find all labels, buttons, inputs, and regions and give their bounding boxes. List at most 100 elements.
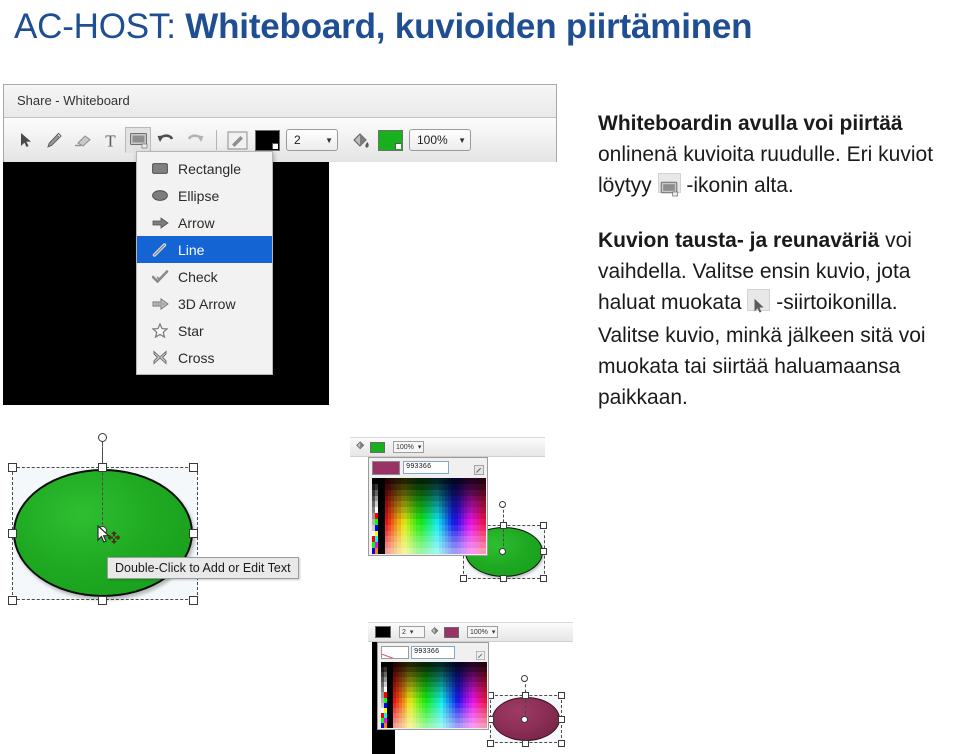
fill-bucket-icon[interactable]	[355, 438, 366, 456]
instruction-text-block: Whiteboardin avulla voi piirtää onlinenä…	[598, 108, 950, 413]
picker-toolbar: 100% ▾	[350, 438, 545, 457]
resize-handle-s[interactable]	[98, 596, 107, 605]
color-picker-popup: 993366	[368, 457, 488, 556]
resize-handle-nw[interactable]	[8, 463, 17, 472]
shape-center-handle[interactable]	[521, 716, 528, 723]
fill-color-swatch[interactable]	[370, 441, 385, 453]
shape-dropdown-menu: Rectangle Ellipse Arrow Line Check 3D Ar…	[136, 151, 273, 375]
resize-handle-ne[interactable]	[558, 692, 565, 699]
select-arrow-icon	[747, 289, 771, 313]
rotation-handle[interactable]	[98, 433, 107, 442]
chevron-down-icon: ▾	[491, 628, 496, 636]
chevron-down-icon: ▼	[325, 135, 333, 145]
toolbar-divider	[216, 130, 217, 150]
paragraph-1-bold: Whiteboardin avulla voi piirtää	[598, 112, 903, 135]
paragraph-2-rest-b: -siirtoikonilla.	[770, 291, 898, 314]
stroke-pen-icon[interactable]	[224, 127, 250, 153]
color-preview-swatch	[372, 461, 400, 475]
stroke-color-swatch[interactable]	[375, 626, 391, 638]
screenshot-color-picker: 100% ▾ 993366	[350, 437, 547, 588]
paragraph-3: Valitse kuvio, minkä jälkeen sitä voi mu…	[598, 324, 926, 409]
text-tool-icon[interactable]: T	[97, 127, 123, 153]
color-hex-input[interactable]: 993366	[403, 461, 449, 474]
resize-handle-s[interactable]	[500, 575, 507, 582]
chevron-down-icon: ▾	[409, 628, 414, 636]
svg-text:T: T	[105, 132, 116, 149]
paragraph-2-bold: Kuvion tausta- ja reunaväriä	[598, 229, 880, 252]
resize-handle-ne[interactable]	[540, 522, 547, 529]
paragraph-1: Whiteboardin avulla voi piirtää onlinenä…	[598, 108, 950, 201]
resize-handle-w[interactable]	[8, 529, 17, 538]
fill-bucket-icon[interactable]	[430, 623, 440, 641]
whiteboard-title-text: Share - Whiteboard	[17, 93, 130, 108]
cross-icon	[150, 349, 170, 367]
resize-handle-sw[interactable]	[487, 740, 494, 747]
pencil-icon[interactable]	[41, 127, 67, 153]
color-picker-popup: 993366	[377, 642, 489, 730]
menu-item-arrow[interactable]: Arrow	[137, 209, 272, 236]
opacity-value: 100%	[417, 133, 448, 147]
opacity-select[interactable]: 100% ▾	[393, 441, 425, 453]
menu-item-label: Check	[178, 268, 218, 285]
chevron-down-icon: ▼	[458, 135, 466, 145]
line-width-value: 2	[402, 628, 406, 636]
resize-handle-n[interactable]	[500, 522, 507, 529]
resize-handle-ne[interactable]	[189, 463, 198, 472]
resize-handle-sw[interactable]	[8, 596, 17, 605]
color-palette-grid[interactable]	[381, 662, 487, 728]
resize-handle-s[interactable]	[522, 740, 529, 747]
menu-item-cross[interactable]: Cross	[137, 344, 272, 371]
line-width-select[interactable]: 2 ▾	[399, 626, 425, 638]
no-color-swatch[interactable]	[381, 646, 409, 659]
color-hex-input[interactable]: 993366	[411, 646, 455, 659]
resize-handle-n[interactable]	[522, 692, 529, 699]
stroke-color-swatch[interactable]	[255, 129, 280, 151]
resize-handle-se[interactable]	[189, 596, 198, 605]
menu-item-label: Line	[178, 241, 205, 258]
color-palette-grid[interactable]	[372, 478, 486, 554]
line-width-value: 2	[294, 133, 301, 147]
shape-tool-icon	[657, 173, 681, 197]
resize-handle-sw[interactable]	[460, 575, 467, 582]
rotation-axis-line	[525, 679, 526, 719]
menu-item-3d-arrow[interactable]: 3D Arrow	[137, 290, 272, 317]
rotation-handle[interactable]	[499, 501, 506, 508]
palette-swatch[interactable]	[484, 722, 487, 728]
resize-handle-se[interactable]	[540, 575, 547, 582]
menu-item-rectangle[interactable]: Rectangle	[137, 155, 272, 182]
opacity-select[interactable]: 100% ▾	[467, 626, 499, 638]
menu-item-check[interactable]: Check	[137, 263, 272, 290]
select-arrow-icon[interactable]	[13, 127, 39, 153]
whiteboard-titlebar: Share - Whiteboard	[4, 85, 556, 118]
fill-color-swatch[interactable]	[444, 626, 459, 638]
fill-bucket-icon[interactable]	[347, 127, 373, 153]
line-width-select[interactable]: 2 ▼	[286, 129, 338, 151]
menu-item-label: Rectangle	[178, 160, 242, 177]
resize-handle-e[interactable]	[540, 548, 547, 555]
rotation-handle[interactable]	[521, 675, 528, 682]
undo-icon[interactable]	[153, 127, 179, 153]
move-cursor-icon	[96, 524, 122, 551]
resize-handle-se[interactable]	[558, 740, 565, 747]
page-title-main: Whiteboard, kuvioiden piirtäminen	[185, 7, 753, 46]
chevron-down-icon: ▾	[417, 443, 422, 451]
eraser-icon	[69, 127, 95, 153]
arrow-3d-icon	[150, 295, 170, 313]
resize-handle-n[interactable]	[98, 463, 107, 472]
resize-handle-e[interactable]	[558, 716, 565, 723]
menu-item-line[interactable]: Line	[137, 236, 272, 263]
menu-item-ellipse[interactable]: Ellipse	[137, 182, 272, 209]
resize-handle-e[interactable]	[189, 529, 198, 538]
page-title: AC-HOST: Whiteboard, kuvioiden piirtämin…	[14, 2, 944, 54]
screenshot-maroon-ellipse: 2 ▾ 100% ▾ 993366	[368, 622, 573, 754]
shape-center-handle[interactable]	[499, 548, 506, 555]
fill-color-swatch[interactable]	[378, 129, 403, 151]
shape-tool-icon[interactable]	[125, 127, 151, 153]
opacity-value: 100%	[470, 628, 488, 636]
opacity-select[interactable]: 100% ▼	[409, 129, 471, 151]
menu-item-label: Cross	[178, 349, 215, 366]
whiteboard-toolbar: T 2 ▼ 100% ▼	[4, 118, 556, 162]
palette-swatch[interactable]	[482, 548, 486, 554]
menu-item-star[interactable]: Star	[137, 317, 272, 344]
